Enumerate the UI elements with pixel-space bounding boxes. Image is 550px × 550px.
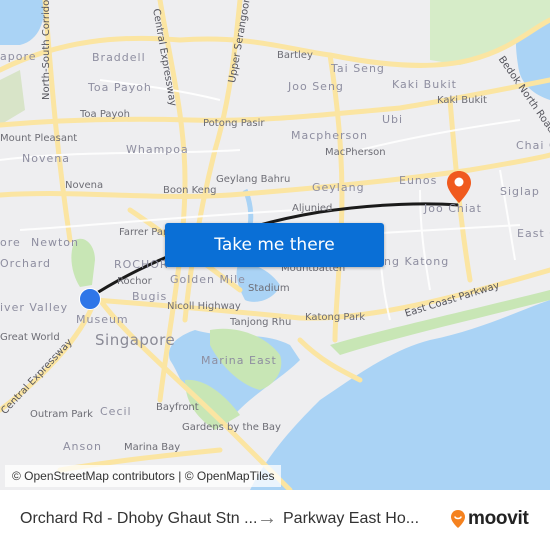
map-label-area: Geylang	[312, 181, 365, 194]
map-label-area: Newton	[31, 236, 80, 249]
map-label-area: Braddell	[92, 51, 146, 64]
footer: Orchard Rd - Dhoby Ghaut Stn ... → Parkw…	[0, 490, 550, 550]
map-label-place: Great World	[0, 332, 60, 343]
map-label-place: Tanjong Rhu	[230, 317, 292, 328]
map-label-area: Ubi	[382, 113, 404, 126]
map-label-area: Kaki Bukit	[392, 78, 457, 91]
map-label-place: Gardens by the Bay	[182, 422, 281, 433]
map-label-area: Marina East	[201, 354, 277, 367]
map-label-area: Museum	[76, 313, 129, 326]
origin-marker[interactable]	[79, 288, 101, 310]
arrow-right-icon: →	[257, 507, 277, 529]
map-label-area: Cecil	[100, 405, 132, 418]
map-label-place: Marina Bay	[124, 442, 181, 453]
map-label-place: Rochor	[117, 276, 152, 287]
map-label-area: Joo Seng	[288, 80, 344, 93]
map-label-place: Toa Payoh	[80, 109, 130, 120]
map-label-place: MacPherson	[325, 147, 386, 158]
moovit-logo[interactable]: moovit	[450, 508, 529, 530]
map-label-area: Orchard	[0, 257, 52, 270]
map-label-area: Macpherson	[291, 129, 368, 142]
map-label-area: East C	[517, 227, 550, 240]
map-label-area: Toa Payoh	[88, 81, 152, 94]
map-label-area: Eunos	[399, 174, 438, 187]
map-label-place: Boon Keng	[163, 185, 217, 196]
map-label-place: Kaki Bukit	[437, 95, 487, 106]
map-label-place: Mount Pleasant	[0, 133, 78, 144]
map-view[interactable]: Braddell Toa Payoh Whampoa Novena Newton Orch…	[0, 0, 550, 490]
map-label-area: apore	[0, 50, 37, 63]
map-label-area: Tai Seng	[331, 62, 385, 75]
origin-stop-name: Orchard Rd - Dhoby Ghaut Stn ...	[20, 510, 258, 527]
map-label-place: Stadium	[248, 283, 290, 294]
take-me-there-button[interactable]: Take me there	[165, 223, 384, 267]
moovit-pin-icon	[451, 510, 465, 528]
map-label-area: ROCHOR	[114, 258, 169, 271]
map-label-place: Geylang Bahru	[216, 174, 291, 185]
map-label-big: Singapore	[95, 331, 176, 349]
map-label-place: Nicoll Highway	[167, 301, 241, 312]
map-label-place: Aljunied	[292, 203, 333, 214]
map-label-place: Outram Park	[30, 409, 93, 420]
map-label-area: Chai C	[516, 139, 550, 152]
map-label-road: North-South Corridor	[41, 0, 52, 100]
map-label-area: Whampoa	[126, 143, 189, 156]
map-label-area: Golden Mile	[170, 273, 246, 286]
map-attribution[interactable]: © OpenStreetMap contributors | © OpenMap…	[5, 465, 282, 487]
map-label-area: ng Katong	[384, 255, 450, 268]
map-label-area: ore	[0, 236, 21, 249]
map-label-place: Bartley	[277, 50, 313, 61]
map-label-place: Potong Pasir	[203, 118, 265, 129]
map-label-area: Anson	[63, 440, 102, 453]
destination-pin-icon[interactable]	[446, 170, 472, 209]
map-label-area: Novena	[22, 152, 70, 165]
map-label-place: Bayfront	[156, 402, 199, 413]
moovit-wordmark: moovit	[468, 508, 529, 529]
map-label-area: Siglap	[500, 185, 540, 198]
map-label-area: Bugis	[132, 290, 168, 303]
destination-name: Parkway East Ho...	[283, 510, 420, 527]
map-label-place: Katong Park	[305, 312, 366, 323]
map-label-area: iver Valley	[0, 301, 69, 314]
map-label-place: Novena	[65, 180, 104, 191]
